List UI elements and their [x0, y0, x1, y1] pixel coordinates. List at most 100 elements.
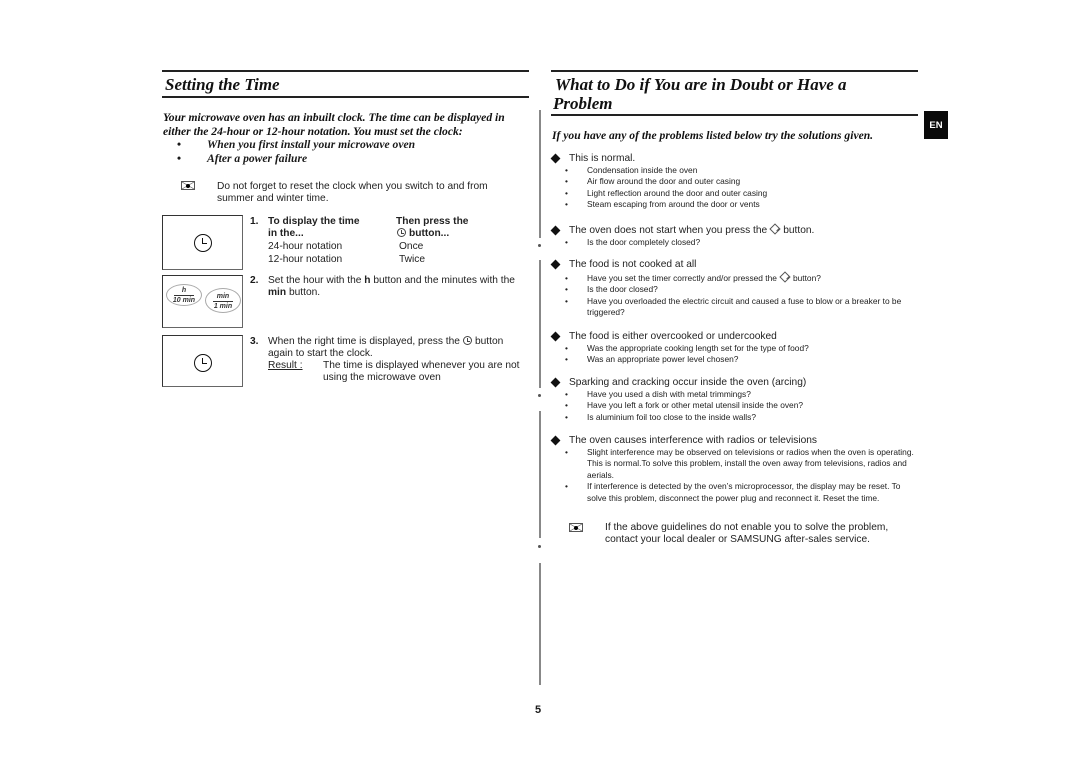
solution-list: Have you set the timer correctly and/or … — [552, 271, 922, 319]
left-title-top-rule — [162, 70, 529, 72]
solution-item: Have you used a dish with metal trimming… — [552, 389, 922, 401]
clock-button-icon — [397, 228, 406, 238]
solution-item: Is the door completely closed? — [552, 237, 922, 249]
step1-illustration-box — [162, 215, 243, 270]
step2-number: 2. — [250, 275, 259, 286]
problem-heading: The oven does not start when you press t… — [569, 223, 815, 237]
left-section-title: Setting the Time — [165, 75, 280, 94]
minute-button-top: min — [212, 293, 234, 302]
solution-text-part: Have you set the timer correctly and/or … — [587, 273, 777, 283]
solution-item: Light reflection around the door and out… — [552, 188, 922, 200]
step1-col2-header-line1: Then press the — [396, 216, 469, 227]
diamond-bullet-icon — [550, 153, 561, 164]
right-section-title: What to Do if You are in Doubt or Have a… — [553, 75, 847, 113]
note-icon — [181, 181, 195, 190]
step2-text-part: button. — [286, 287, 321, 299]
clock-button-icon — [462, 336, 472, 345]
solution-item: Steam escaping from around the door or v… — [552, 199, 922, 211]
step1-col1-header-line1: To display the time — [268, 216, 360, 227]
step2-illustration-box: h 10 min min 1 min — [162, 275, 243, 328]
step3-text-part: When the right time is displayed, press … — [268, 336, 460, 347]
diamond-bullet-icon — [550, 331, 561, 342]
clock-icon — [194, 234, 212, 252]
column-separator-line — [539, 110, 541, 238]
step1-col2-header: Then press the button... — [396, 216, 468, 241]
solution-list: Is the door completely closed? — [552, 237, 922, 249]
intro-bullet: When you first install your microwave ov… — [163, 138, 415, 152]
solution-item: Condensation inside the oven — [552, 165, 922, 177]
solution-list: Slight interference may be observed on t… — [552, 447, 922, 504]
right-title-bottom-rule — [551, 114, 918, 116]
right-title-line2: Problem — [553, 94, 613, 113]
step3-result-label: Result : — [268, 360, 303, 371]
step2-bold-min: min — [268, 287, 287, 299]
minute-button-icon: min 1 min — [205, 288, 241, 313]
solution-item: Is the door closed? — [552, 284, 922, 296]
start-button-icon — [779, 271, 791, 283]
language-tab-en: EN — [924, 111, 948, 139]
step3-result-text: The time is displayed whenever you are n… — [323, 360, 520, 384]
step1-col1-header: To display the time in the... — [268, 216, 360, 241]
problem-heading: The food is either overcooked or underco… — [569, 331, 777, 342]
solution-item: Have you left a fork or other metal uten… — [552, 400, 922, 412]
solution-item: Was the appropriate cooking length set f… — [552, 343, 922, 355]
column-separator-line — [539, 411, 541, 538]
step1-row-12h-presses: Twice — [399, 254, 426, 265]
notation-label: 12-hour notation — [268, 254, 343, 265]
column-separator-line — [539, 260, 541, 388]
solution-list: Condensation inside the oven Air flow ar… — [552, 165, 922, 211]
left-title-bottom-rule — [162, 96, 529, 98]
clock-icon — [194, 354, 212, 372]
step1-row-24h-presses: Once — [399, 241, 424, 252]
problem-heading-part: button. — [783, 225, 815, 236]
start-button-icon — [769, 223, 781, 235]
left-intro-bullets: When you first install your microwave ov… — [163, 138, 415, 165]
hour-button-bottom: 10 min — [172, 297, 196, 304]
step2-text-part: Set the hour with the — [268, 275, 365, 286]
solution-item: Was an appropriate power level chosen? — [552, 354, 922, 366]
separator-dot — [538, 244, 541, 247]
minute-button-bottom: 1 min — [213, 303, 233, 310]
column-separator-line — [539, 563, 541, 685]
right-intro-text: If you have any of the problems listed b… — [552, 129, 874, 142]
solution-list: Was the appropriate cooking length set f… — [552, 343, 922, 366]
button-label-text: button... — [409, 228, 450, 240]
step3-number: 3. — [250, 336, 259, 347]
separator-dot — [538, 394, 541, 397]
notation-label: 24-hour notation — [268, 241, 343, 252]
left-intro-text: Your microwave oven has an inbuilt clock… — [163, 111, 505, 138]
step1-col2-header-line2: button... — [396, 228, 468, 240]
solution-item: Have you overloaded the electric circuit… — [552, 296, 922, 319]
separator-dot — [538, 545, 541, 548]
step2-text-part: button and the minutes with the — [370, 275, 515, 286]
diamond-bullet-icon — [550, 435, 561, 446]
problem-heading: The food is not cooked at all — [569, 259, 697, 270]
step3-text: When the right time is displayed, press … — [268, 336, 518, 361]
solution-item: Slight interference may be observed on t… — [552, 447, 922, 481]
diamond-bullet-icon — [550, 377, 561, 388]
diamond-bullet-icon — [550, 259, 561, 270]
solution-item: Have you set the timer correctly and/or … — [552, 271, 922, 285]
step2-text: Set the hour with the h button and the m… — [268, 275, 523, 300]
right-title-top-rule — [551, 70, 918, 72]
solution-item: If interference is detected by the oven’… — [552, 481, 922, 504]
note-icon — [569, 523, 583, 532]
step3-illustration-box — [162, 335, 243, 387]
solution-list: Have you used a dish with metal trimming… — [552, 389, 922, 424]
step1-col1-header-line2: in the... — [268, 228, 304, 240]
step1-row-12h: 12-hour notation — [268, 254, 342, 266]
page-number: 5 — [535, 704, 542, 716]
hour-button-top: h — [173, 287, 195, 296]
intro-bullet: After a power failure — [163, 152, 415, 166]
problem-heading: The oven causes interference with radios… — [569, 435, 818, 446]
step1-row-24h: 24-hour notation — [268, 241, 342, 253]
step1-number: 1. — [250, 216, 259, 227]
problem-heading: Sparking and cracking occur inside the o… — [569, 377, 807, 388]
hour-button-icon: h 10 min — [166, 284, 202, 306]
right-note-text: If the above guidelines do not enable yo… — [605, 522, 889, 546]
diamond-bullet-icon — [550, 225, 561, 236]
left-note-text: Do not forget to reset the clock when yo… — [217, 181, 488, 205]
solution-text-part: button? — [792, 273, 821, 283]
problem-heading-part: The oven does not start when you press t… — [569, 225, 768, 236]
right-title-line1: What to Do if You are in Doubt or Have a — [555, 75, 847, 94]
